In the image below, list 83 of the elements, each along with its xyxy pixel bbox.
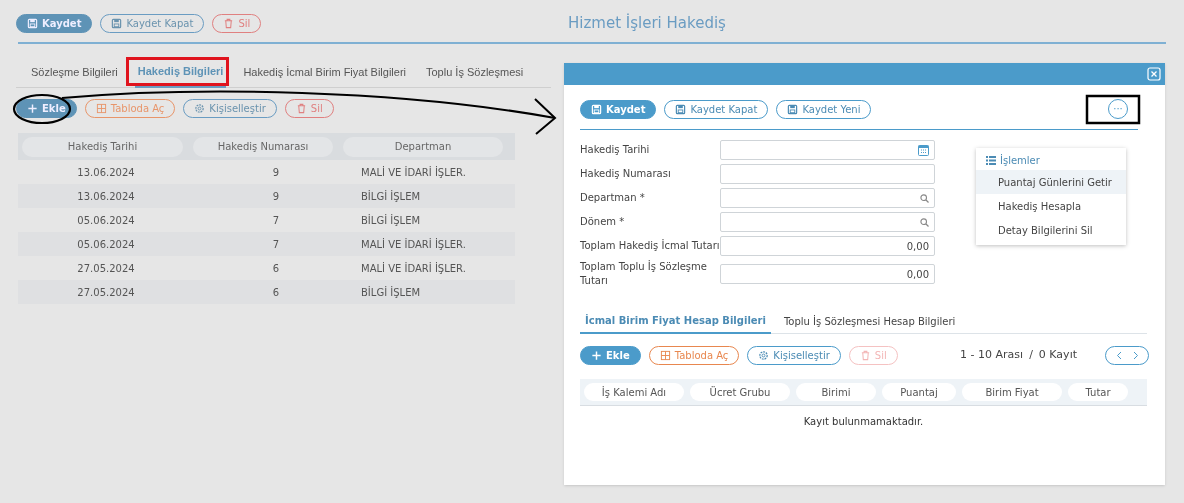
pager-range: 1 - 10 Arası — [960, 347, 1024, 364]
column-header[interactable]: Tutar — [1068, 383, 1128, 401]
table-cell-text: BİLGİ İŞLEM — [360, 189, 421, 204]
save-icon — [675, 103, 687, 115]
annotation-ellipse — [12, 93, 72, 125]
empty-message: Kayıt bulunmamaktadır. — [802, 415, 925, 429]
table-cell-text: 27.05.2024 — [76, 261, 136, 276]
table-cell-text: MALİ VE İDARİ İŞLER. — [360, 261, 466, 276]
column-header[interactable]: Departman — [343, 136, 503, 157]
table-row[interactable]: 27.05.2024 6 BİLGİ İŞLEM — [18, 280, 515, 304]
column-header[interactable]: Hakediş Tarihi — [22, 136, 183, 157]
close-icon[interactable] — [1147, 67, 1161, 81]
record-count: 0 Kayıt — [1038, 347, 1077, 364]
field-label: Departman * — [580, 191, 646, 205]
next-icon[interactable] — [1132, 351, 1139, 360]
field-label: Toplam Toplu İş Sözleşme Tutarı — [580, 260, 708, 288]
table-cell-text: 05.06.2024 — [76, 213, 136, 228]
field-value: 0,00 — [906, 267, 929, 282]
field-label: Dönem * — [580, 215, 626, 229]
table-cell-text: 6 — [271, 285, 281, 300]
tab[interactable]: Toplu İş Sözleşmesi Hesap Bilgileri — [778, 308, 961, 334]
table-cell-text: 9 — [271, 165, 281, 180]
field-label: Toplam Hakediş İcmal Tutarı — [580, 239, 720, 253]
table-cell-text: 05.06.2024 — [76, 237, 136, 252]
trash-icon — [223, 17, 235, 29]
field-label: Hakediş Tarihi — [580, 143, 651, 157]
input-field[interactable]: 0,00 — [720, 264, 935, 284]
save-icon — [591, 103, 602, 115]
list-icon — [986, 156, 996, 165]
column-header[interactable]: Birim Fiyat — [962, 383, 1062, 401]
column-header[interactable]: Puantaj — [882, 383, 956, 401]
menu-item[interactable]: Puantaj Günlerini Getir — [976, 170, 1126, 194]
input-field[interactable]: 0,00 — [720, 236, 935, 256]
input-field[interactable] — [720, 188, 935, 208]
previous-icon[interactable] — [1115, 351, 1122, 360]
tab[interactable]: Sözleşme Bilgileri — [28, 63, 121, 87]
table-cell-text: 13.06.2024 — [76, 165, 136, 180]
highlight-rectangle — [1085, 94, 1141, 125]
table-cell-text: BİLGİ İŞLEM — [360, 213, 421, 228]
column-header[interactable]: Ücret Grubu — [690, 383, 790, 401]
tab[interactable]: İcmal Birim Fiyat Hesap Bilgileri — [580, 308, 771, 334]
page-title: Hizmet İşleri Hakediş — [568, 12, 726, 34]
trash-icon — [859, 350, 871, 361]
input-field[interactable] — [720, 212, 935, 232]
pager-separator: / — [1029, 347, 1033, 364]
save-icon — [27, 17, 38, 29]
gear-icon — [758, 350, 770, 361]
table-cell-text: 7 — [271, 237, 281, 252]
search-icon[interactable] — [920, 193, 929, 203]
table-cell-text: MALİ VE İDARİ İŞLER. — [360, 165, 466, 180]
calendar-icon[interactable] — [918, 144, 929, 156]
table-cell-text: 27.05.2024 — [76, 285, 136, 300]
tab[interactable]: Toplu İş Sözleşmesi — [423, 63, 527, 87]
gear-icon — [194, 103, 206, 114]
grid-icon — [95, 103, 107, 114]
input-field[interactable] — [720, 140, 935, 160]
save-icon — [787, 103, 799, 115]
table-cell-text: 6 — [271, 261, 281, 276]
table-cell-text: 9 — [271, 189, 281, 204]
plus-icon — [27, 103, 38, 114]
field-value: 0,00 — [906, 239, 929, 254]
input-field[interactable] — [720, 164, 935, 184]
save-icon — [111, 17, 123, 29]
menu-item[interactable]: Detay Bilgilerini Sil — [976, 218, 1126, 242]
column-header[interactable]: Birimi — [796, 383, 876, 401]
column-header[interactable]: Hakediş Numarası — [193, 136, 333, 157]
menu-item[interactable]: Hakediş Hesapla — [976, 194, 1126, 218]
table-row[interactable]: 13.06.2024 9 BİLGİ İŞLEM — [18, 184, 515, 208]
table-row[interactable]: 05.06.2024 7 MALİ VE İDARİ İŞLER. — [18, 232, 515, 256]
column-header[interactable]: İş Kalemi Adı — [584, 383, 684, 401]
field-label: Hakediş Numarası — [580, 167, 672, 181]
grid-icon — [659, 350, 671, 361]
table-cell-text: MALİ VE İDARİ İŞLER. — [360, 237, 466, 252]
table-cell-text: 7 — [271, 213, 281, 228]
toolbar-button[interactable]: Kaydet — [580, 99, 657, 119]
trash-icon — [295, 103, 307, 114]
search-icon[interactable] — [920, 217, 929, 227]
table-cell-text: 13.06.2024 — [76, 189, 136, 204]
toolbar-button[interactable]: Ekle — [580, 346, 641, 365]
tab[interactable]: Hakediş İcmal Birim Fiyat Bilgileri — [240, 63, 409, 87]
table-cell-text: BİLGİ İŞLEM — [360, 285, 421, 300]
menu-title: İşlemler — [976, 151, 1126, 170]
plus-icon — [591, 350, 602, 361]
